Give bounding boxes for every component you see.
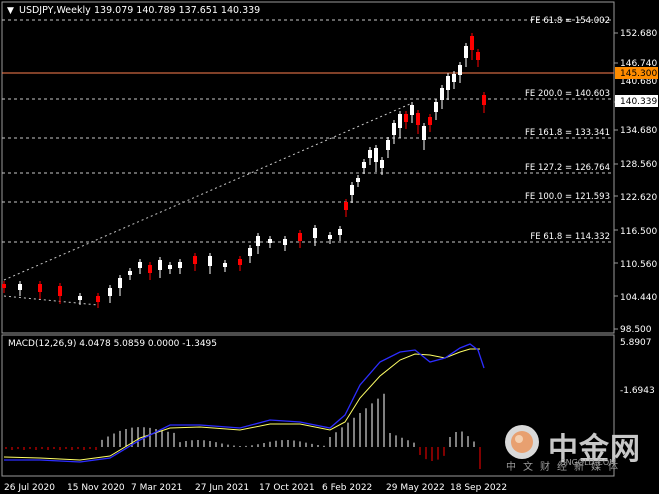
candlestick-series: [2, 33, 486, 308]
macd-main-line: [4, 343, 485, 463]
candle-body: [374, 148, 378, 162]
candle-body: [248, 248, 252, 256]
fib-label: FE 161.8 = 133.341: [525, 128, 610, 138]
ohlc-values: 139.079 140.789 137.651 140.339: [94, 5, 260, 16]
price-tick: 110.560: [620, 260, 657, 270]
candle-body: [118, 278, 122, 288]
candle-body: [78, 296, 82, 300]
candle-body: [158, 260, 162, 270]
candle-body: [96, 296, 100, 302]
symbol-timeframe: ▼: [7, 6, 14, 16]
candle-body: [2, 284, 6, 288]
candle-body: [344, 202, 348, 210]
time-label: 15 Nov 2020: [67, 483, 125, 493]
candle-body: [328, 235, 332, 239]
candle-body: [422, 126, 426, 140]
fib-label: FE 100.0 = 121.593: [525, 192, 610, 202]
candle-body: [18, 284, 22, 290]
candle-body: [380, 160, 384, 168]
candle-body: [238, 259, 242, 265]
time-label: 18 Sep 2022: [450, 483, 507, 493]
candle-body: [428, 117, 432, 125]
fib-label: FE 127.2 = 126.764: [525, 163, 610, 173]
candle-body: [440, 88, 444, 100]
candle-body: [368, 150, 372, 158]
symbol-label: USDJPY,Weekly: [19, 5, 91, 16]
candle-body: [386, 140, 390, 150]
price-tick: 104.440: [620, 293, 657, 303]
logo-url: CNGOLD.COM: [560, 458, 617, 467]
candle-body: [128, 271, 132, 275]
candle-body: [223, 263, 227, 267]
candle-body: [38, 284, 42, 292]
candle-body: [458, 65, 462, 75]
candle-body: [482, 95, 486, 105]
fib-projection-line: [3, 295, 99, 306]
time-label: 6 Feb 2022: [322, 483, 372, 493]
candle-body: [208, 256, 212, 266]
fib-label: FE 200.0 = 140.603: [525, 89, 610, 99]
price-tick: 128.560: [620, 160, 657, 170]
candle-body: [434, 102, 438, 112]
candle-body: [452, 74, 456, 82]
candle-body: [178, 262, 182, 268]
candle-body: [446, 76, 450, 90]
price-tick: 122.620: [620, 193, 657, 203]
macd-tick: 5.8907: [620, 338, 652, 348]
candle-body: [108, 288, 112, 296]
fib-label: FE 61.8 = 114.332: [530, 232, 610, 242]
candle-body: [298, 233, 302, 241]
current-price-label: 140.339: [620, 97, 657, 107]
price-tick: 116.500: [620, 227, 657, 237]
candle-body: [416, 113, 420, 125]
price-tick: 98.500: [620, 325, 652, 335]
fib-label: FE 61.8 = 154.002: [530, 16, 610, 26]
time-label: 26 Jul 2020: [4, 483, 55, 493]
candle-body: [362, 162, 366, 168]
candle-body: [404, 114, 408, 122]
candle-body: [398, 114, 402, 128]
candle-body: [338, 229, 342, 235]
time-label: 17 Oct 2021: [259, 483, 315, 493]
hline-price-label: 145.300: [620, 69, 657, 79]
macd-tick: -1.6943: [620, 386, 655, 396]
candle-body: [470, 36, 474, 50]
macd-label: MACD(12,26,9) 4.0478 5.0859 0.0000 -1.34…: [8, 339, 217, 349]
price-panel-frame: [1, 1, 615, 334]
macd-signal-line: [3, 348, 480, 461]
watermark-logo: 中金网 中文财经新媒体 CNGOLD.COM: [500, 418, 650, 478]
candle-body: [410, 105, 414, 115]
candle-body: [193, 256, 197, 264]
price-tick: 152.680: [620, 29, 657, 39]
candle-body: [268, 239, 272, 243]
candle-body: [392, 123, 396, 135]
candle-body: [356, 178, 360, 182]
candle-body: [168, 265, 172, 269]
time-label: 27 Jun 2021: [195, 483, 249, 493]
time-label: 7 Mar 2021: [131, 483, 182, 493]
macd-histogram: [5, 393, 481, 469]
time-label: 29 May 2022: [386, 483, 445, 493]
candle-body: [313, 228, 317, 238]
logo-icon: [505, 425, 539, 459]
fib-projection-line: [3, 103, 411, 281]
candle-body: [148, 265, 152, 273]
candle-body: [138, 262, 142, 268]
candle-body: [58, 286, 62, 296]
fibonacci-expansion[interactable]: [2, 19, 614, 306]
candle-body: [476, 52, 480, 60]
candle-body: [283, 239, 287, 245]
candle-body: [464, 46, 468, 58]
price-tick: 134.680: [620, 126, 657, 136]
candle-body: [350, 185, 354, 195]
candle-body: [256, 236, 260, 246]
